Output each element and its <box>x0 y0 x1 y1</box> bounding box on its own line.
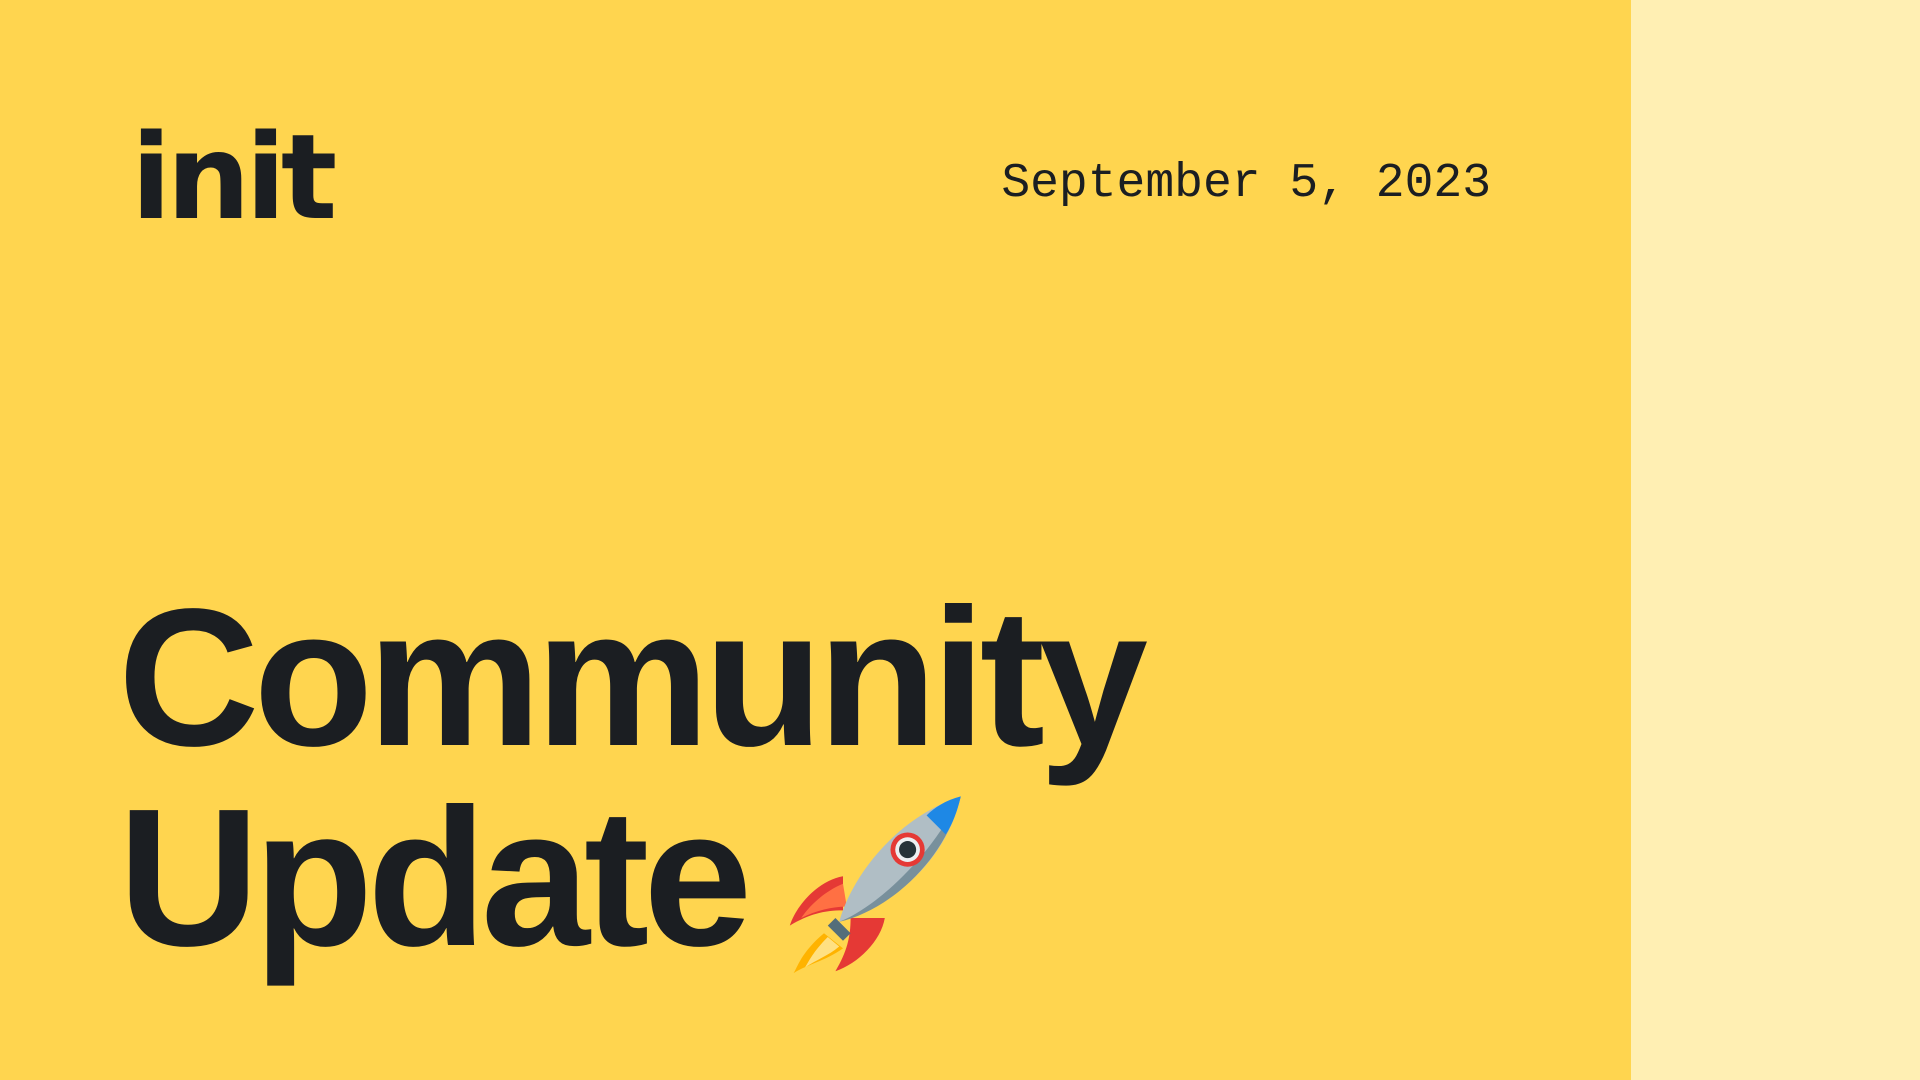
init-logo: init <box>131 108 337 246</box>
headline-line-2: Update <box>118 778 1142 978</box>
side-panel <box>1631 0 1920 1080</box>
rocket-icon <box>790 796 962 974</box>
page: init September 5, 2023 Community Update <box>0 0 1920 1080</box>
headline: Community Update <box>118 568 1148 978</box>
headline-line-1: Community <box>118 568 1148 787</box>
cover-card: init September 5, 2023 Community Update <box>0 0 1631 1080</box>
post-date: September 5, 2023 <box>1001 157 1491 211</box>
headline-line-2-text: Update <box>118 768 752 987</box>
